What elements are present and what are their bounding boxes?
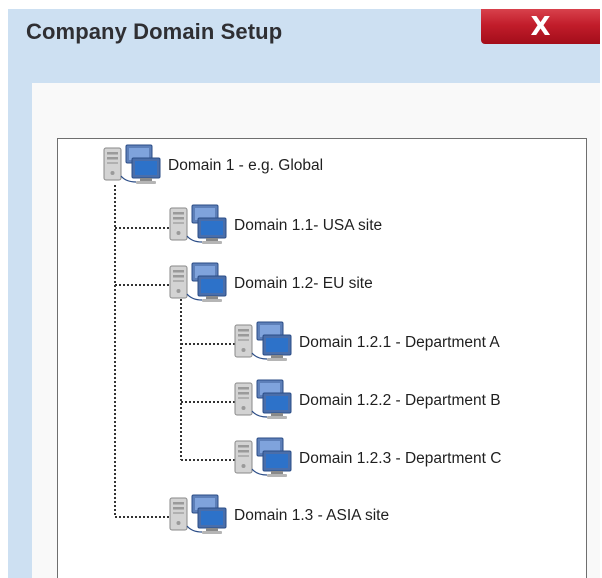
network-computers-icon	[103, 144, 161, 185]
network-computers-icon	[234, 321, 292, 362]
tree-node-domain-1-2[interactable]: Domain 1.2- EU site	[168, 262, 373, 306]
tree-node-domain-1-1[interactable]: Domain 1.1- USA site	[168, 204, 382, 248]
tree-node-domain-1-3[interactable]: Domain 1.3 - ASIA site	[168, 494, 389, 538]
close-icon: X	[530, 11, 551, 42]
network-computers-icon	[234, 379, 292, 420]
window-title: Company Domain Setup	[26, 19, 283, 44]
network-computers-icon	[169, 262, 227, 303]
close-button[interactable]: X	[481, 9, 600, 44]
tree-node-label: Domain 1.1- USA site	[234, 217, 383, 234]
tree-node-label: Domain 1.2.1 - Department A	[299, 334, 500, 351]
tree-node-label: Domain 1 - e.g. Global	[168, 157, 324, 174]
domain-tree-panel: Domain 1 - e.g. Global Domain 1.1- USA s…	[57, 138, 587, 578]
tree-node-label: Domain 1.3 - ASIA site	[234, 507, 390, 524]
tree-node-domain-1-2-2[interactable]: Domain 1.2.2 - Department B	[233, 379, 501, 423]
tree-node-label: Domain 1.2- EU site	[234, 275, 373, 292]
network-computers-icon	[169, 494, 227, 535]
network-computers-icon	[234, 437, 292, 478]
tree-node-label: Domain 1.2.2 - Department B	[299, 392, 501, 409]
tree-node-domain-1[interactable]: Domain 1 - e.g. Global	[102, 144, 323, 188]
tree-node-domain-1-2-1[interactable]: Domain 1.2.1 - Department A	[233, 321, 500, 365]
page: Company Domain Setup X Domain 1 - e.g. G…	[0, 0, 602, 578]
tree-node-label: Domain 1.2.3 - Department C	[299, 450, 502, 467]
tree-node-domain-1-2-3[interactable]: Domain 1.2.3 - Department C	[233, 437, 501, 481]
network-computers-icon	[169, 204, 227, 245]
